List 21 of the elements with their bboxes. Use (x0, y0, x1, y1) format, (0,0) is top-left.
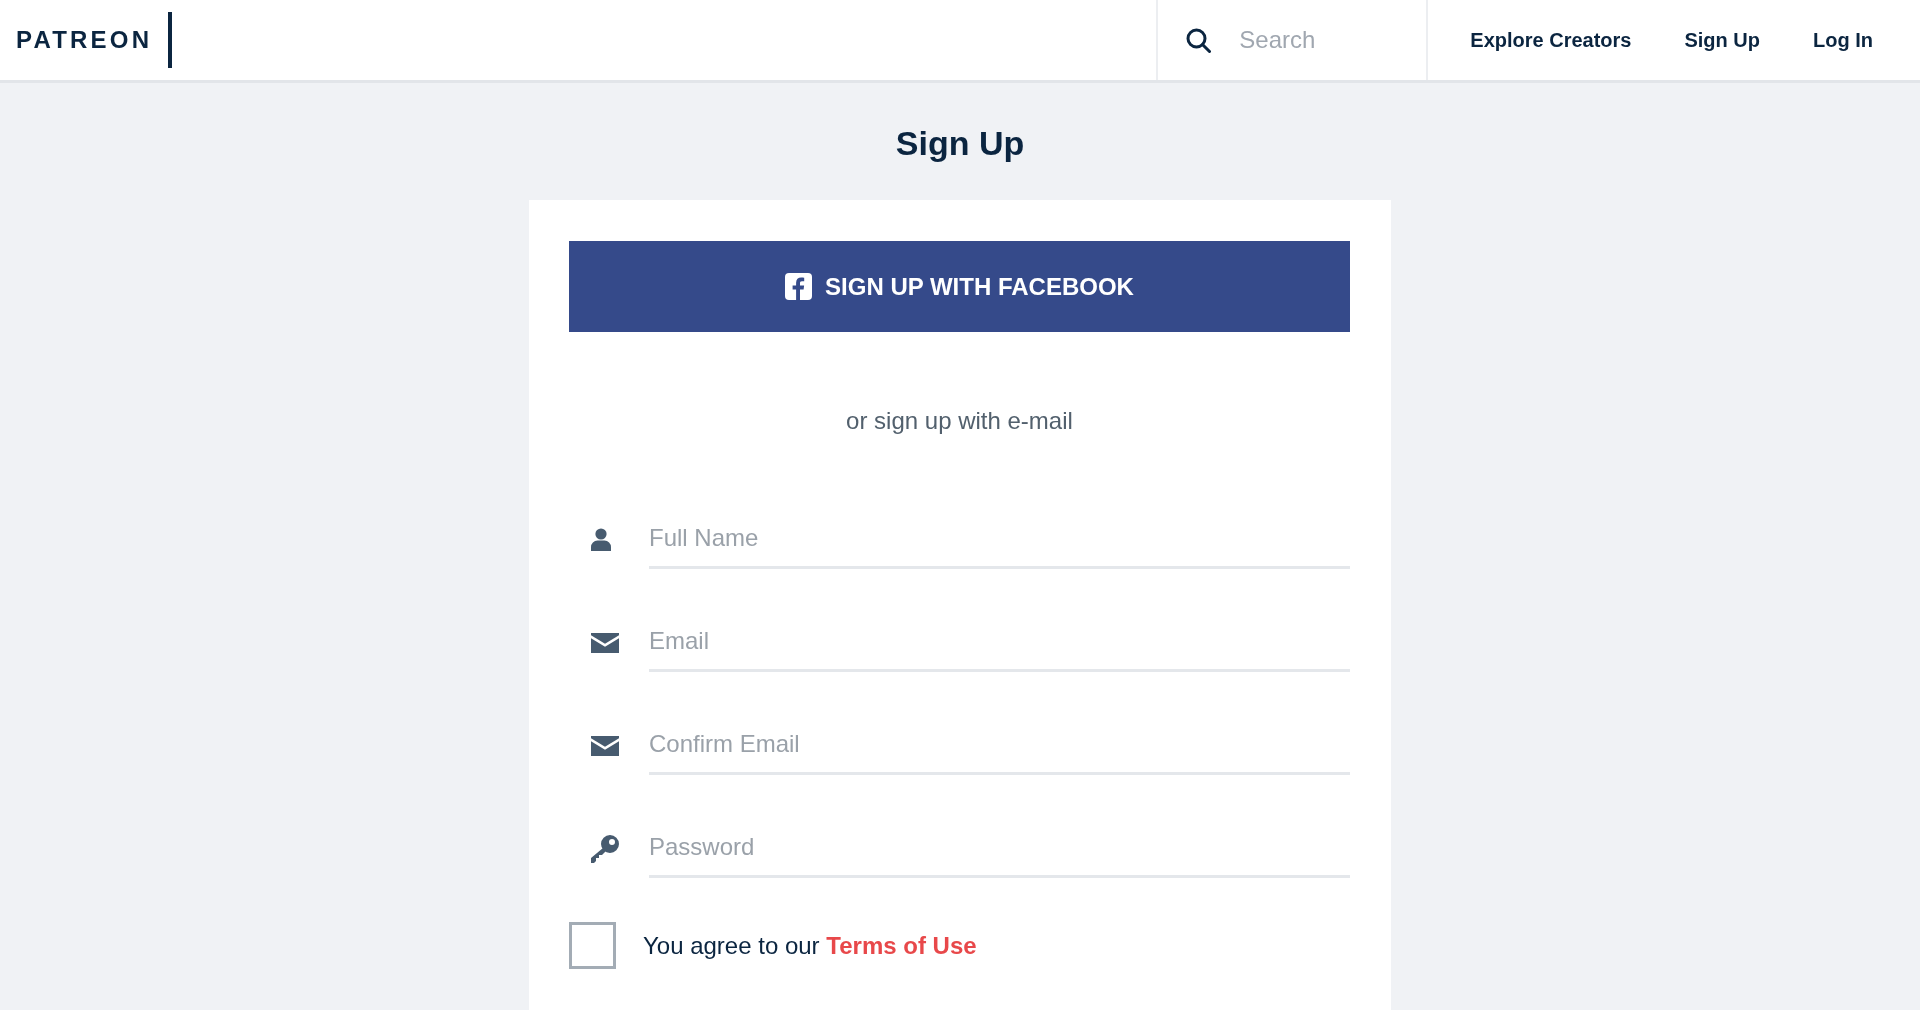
nav-link[interactable]: Explore Creators (1470, 25, 1632, 55)
person-icon (591, 528, 611, 551)
key-icon (591, 834, 619, 863)
page-title: Sign Up (894, 123, 1026, 164)
input-field[interactable]: Full Name (649, 510, 1350, 569)
input-field[interactable]: Confirm Email (649, 716, 1350, 775)
checkbox[interactable] (569, 922, 616, 969)
input-field[interactable]: Email (649, 613, 1350, 672)
search-icon[interactable] (1186, 27, 1212, 53)
logo[interactable]: PATREON (16, 28, 153, 52)
alternative-signup-text: or sign up with e-mail (845, 406, 1074, 435)
terms-link[interactable]: Terms of Use (826, 931, 977, 959)
terms-label: You agree to our Terms of Use (643, 930, 977, 961)
f-logo-icon (785, 273, 813, 300)
facebook-signup-button[interactable]: SIGN UP WITH FACEBOOK (569, 241, 1350, 332)
envelope-icon (591, 632, 619, 653)
input-field[interactable]: Password (649, 819, 1350, 878)
nav-link[interactable]: Log In (1813, 25, 1873, 55)
envelope-icon (591, 735, 619, 756)
nav-link[interactable]: Sign Up (1684, 25, 1760, 55)
search-field[interactable]: Search (1239, 20, 1420, 60)
